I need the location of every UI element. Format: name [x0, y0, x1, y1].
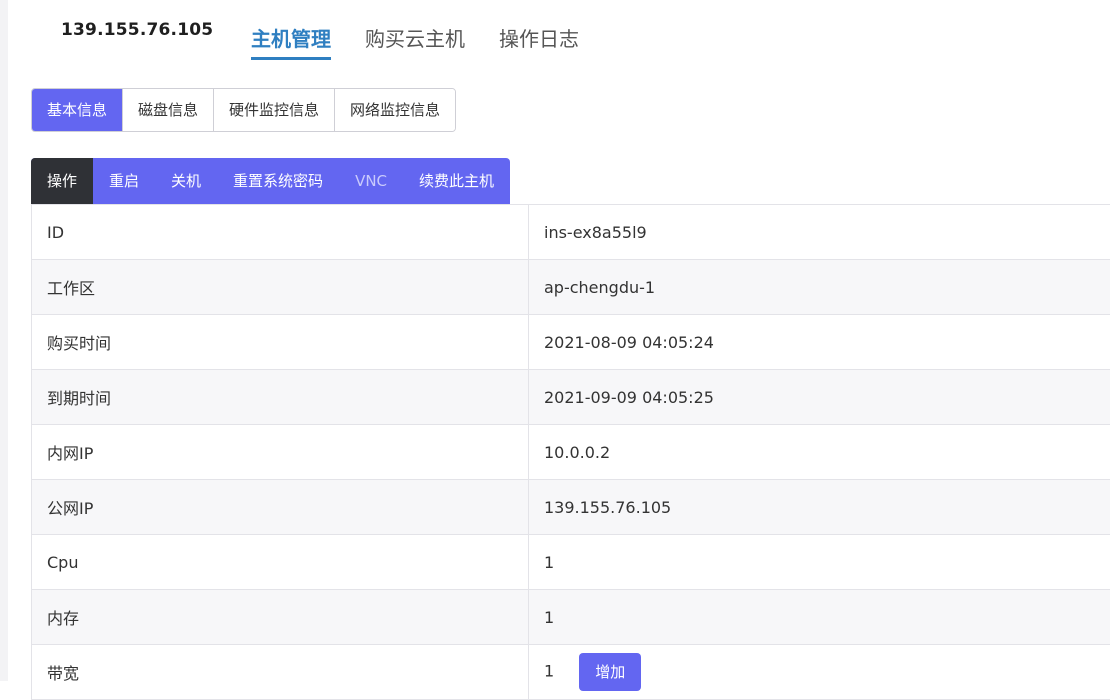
info-tabs: 基本信息 磁盘信息 硬件监控信息 网络监控信息: [31, 88, 456, 132]
row-key: 购买时间: [32, 315, 529, 370]
row-value: ap-chengdu-1: [529, 260, 1110, 315]
tab-basic-info[interactable]: 基本信息: [32, 89, 122, 131]
row-value: 2021-09-09 04:05:25: [529, 370, 1110, 425]
table-row: 内存 1: [32, 590, 1110, 645]
table-row: 购买时间 2021-08-09 04:05:24: [32, 315, 1110, 370]
shutdown-button[interactable]: 关机: [155, 158, 217, 204]
row-key: 内网IP: [32, 425, 529, 480]
table-row: 工作区 ap-chengdu-1: [32, 260, 1110, 315]
table-row: ID ins-ex8a55l9: [32, 205, 1110, 260]
row-key: 到期时间: [32, 370, 529, 425]
row-key: ID: [32, 205, 529, 260]
action-bar-label: 操作: [31, 158, 93, 204]
vnc-button[interactable]: VNC: [339, 158, 403, 204]
row-key: 内存: [32, 590, 529, 645]
row-key: Cpu: [32, 535, 529, 590]
tab-disk-info[interactable]: 磁盘信息: [122, 89, 213, 131]
table-row: 内网IP 10.0.0.2: [32, 425, 1110, 480]
row-key: 工作区: [32, 260, 529, 315]
table-row: 带宽 1 增加: [32, 645, 1110, 700]
bandwidth-value: 1: [544, 662, 554, 681]
row-key: 公网IP: [32, 480, 529, 535]
row-key: 带宽: [32, 645, 529, 700]
table-row: 公网IP 139.155.76.105: [32, 480, 1110, 535]
row-value: 10.0.0.2: [529, 425, 1110, 480]
nav-operation-log[interactable]: 操作日志: [499, 25, 579, 60]
row-value: ins-ex8a55l9: [529, 205, 1110, 260]
row-value: 2021-08-09 04:05:24: [529, 315, 1110, 370]
top-nav: 主机管理 购买云主机 操作日志: [251, 25, 579, 60]
row-value: 139.155.76.105: [529, 480, 1110, 535]
reboot-button[interactable]: 重启: [93, 158, 155, 204]
table-row: 到期时间 2021-09-09 04:05:25: [32, 370, 1110, 425]
row-value: 1: [529, 535, 1110, 590]
tab-hardware-monitor[interactable]: 硬件监控信息: [213, 89, 334, 131]
left-edge-bar: [0, 0, 8, 681]
host-ip-title: 139.155.76.105: [61, 20, 213, 40]
nav-host-management[interactable]: 主机管理: [251, 25, 331, 60]
host-info-table: ID ins-ex8a55l9 工作区 ap-chengdu-1 购买时间 20…: [31, 204, 1110, 700]
tab-network-monitor[interactable]: 网络监控信息: [334, 89, 455, 131]
row-value-bandwidth: 1 增加: [529, 645, 1110, 700]
action-bar: 操作 重启 关机 重置系统密码 VNC 续费此主机: [31, 158, 510, 204]
increase-bandwidth-button[interactable]: 增加: [579, 653, 641, 691]
row-value: 1: [529, 590, 1110, 645]
table-row: Cpu 1: [32, 535, 1110, 590]
reset-password-button[interactable]: 重置系统密码: [217, 158, 339, 204]
renew-host-button[interactable]: 续费此主机: [403, 158, 510, 204]
nav-buy-cloud-host[interactable]: 购买云主机: [365, 25, 465, 60]
